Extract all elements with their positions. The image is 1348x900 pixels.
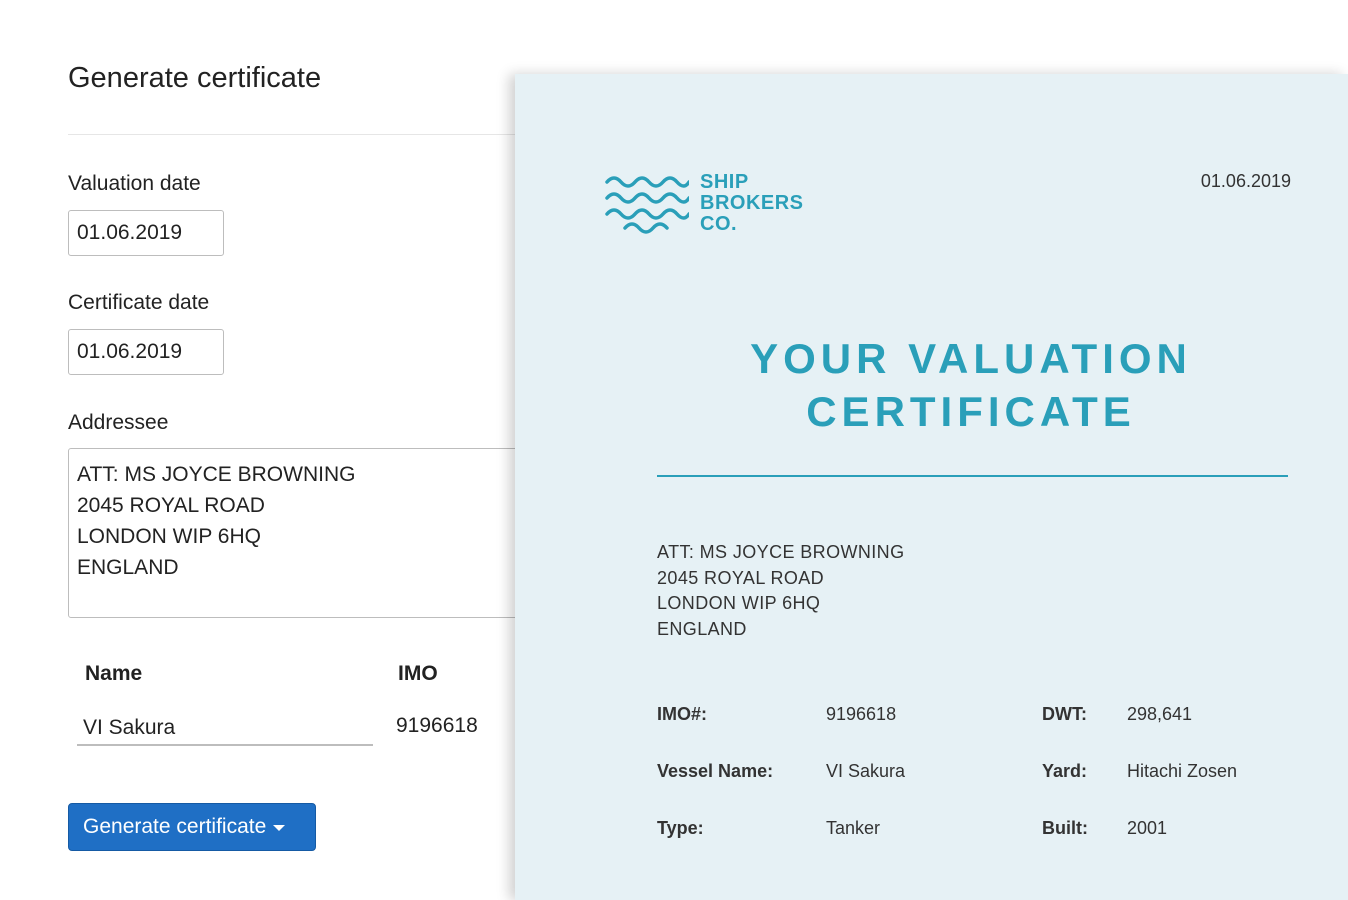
logo-line: BROKERS <box>700 192 804 214</box>
addressee-line: 2045 ROYAL ROAD <box>77 494 265 517</box>
name-column-header: Name <box>85 662 143 685</box>
addressee-label: Addressee <box>68 411 169 434</box>
vessel-name-field-value: VI Sakura <box>826 761 906 781</box>
form-divider <box>68 134 520 135</box>
logo-line: CO. <box>700 213 738 235</box>
yard-field-label: Yard: <box>1042 761 1088 781</box>
certificate-date: 01.06.2019 <box>1200 171 1291 191</box>
certificate-preview: SHIP BROKERS CO. 01.06.2019 YOUR VALUATI… <box>515 74 1348 900</box>
addressee-line: LONDON WIP 6HQ <box>77 525 261 548</box>
company-logo-text: SHIP BROKERS CO. <box>700 172 804 235</box>
type-field-label: Type: <box>657 818 704 838</box>
vessel-name-field-label: Vessel Name: <box>657 761 774 781</box>
certificate-form: Generate certificate Valuation date Cert… <box>0 0 538 900</box>
certificate-divider <box>657 475 1288 477</box>
generate-button-label: Generate certificate <box>83 815 267 838</box>
imo-value: 9196618 <box>396 714 478 737</box>
built-field-label: Built: <box>1042 818 1088 838</box>
valuation-date-input[interactable] <box>68 210 224 256</box>
logo-line: SHIP <box>700 171 749 193</box>
certificate-title-line: CERTIFICATE <box>806 388 1136 435</box>
certificate-title: YOUR VALUATION CERTIFICATE <box>515 332 1348 438</box>
imo-field-value: 9196618 <box>826 704 897 724</box>
caret-down-icon <box>273 825 286 831</box>
dwt-field-value: 298,641 <box>1127 704 1193 724</box>
waves-logo-icon <box>605 176 689 234</box>
form-title: Generate certificate <box>68 62 322 94</box>
dwt-field-label: DWT: <box>1042 704 1087 724</box>
certificate-address-line: ATT: MS JOYCE BROWNING <box>657 542 905 562</box>
certificate-address-line: 2045 ROYAL ROAD <box>657 567 825 588</box>
imo-field-label: IMO#: <box>657 704 708 724</box>
type-field-value: Tanker <box>826 818 881 838</box>
certificate-date-label: Certificate date <box>68 291 210 314</box>
certificate-address-line: LONDON WIP 6HQ <box>657 593 821 613</box>
certificate-date-input[interactable] <box>68 329 224 375</box>
built-field-value: 2001 <box>1127 818 1168 838</box>
addressee-line: ENGLAND <box>77 556 179 579</box>
vessel-name-input[interactable] <box>77 708 373 746</box>
yard-field-value: Hitachi Zosen <box>1127 761 1238 781</box>
addressee-textarea[interactable]: ATT: MS JOYCE BROWNING 2045 ROYAL ROAD L… <box>68 448 538 618</box>
imo-column-header: IMO <box>398 662 438 685</box>
certificate-address-line: ENGLAND <box>657 618 747 639</box>
certificate-title-line: YOUR VALUATION <box>750 335 1192 382</box>
valuation-date-label: Valuation date <box>68 172 201 195</box>
addressee-line: ATT: MS JOYCE BROWNING <box>77 463 356 486</box>
certificate-addressee: ATT: MS JOYCE BROWNING 2045 ROYAL ROAD L… <box>657 540 904 642</box>
generate-certificate-button[interactable]: Generate certificate <box>68 803 316 851</box>
